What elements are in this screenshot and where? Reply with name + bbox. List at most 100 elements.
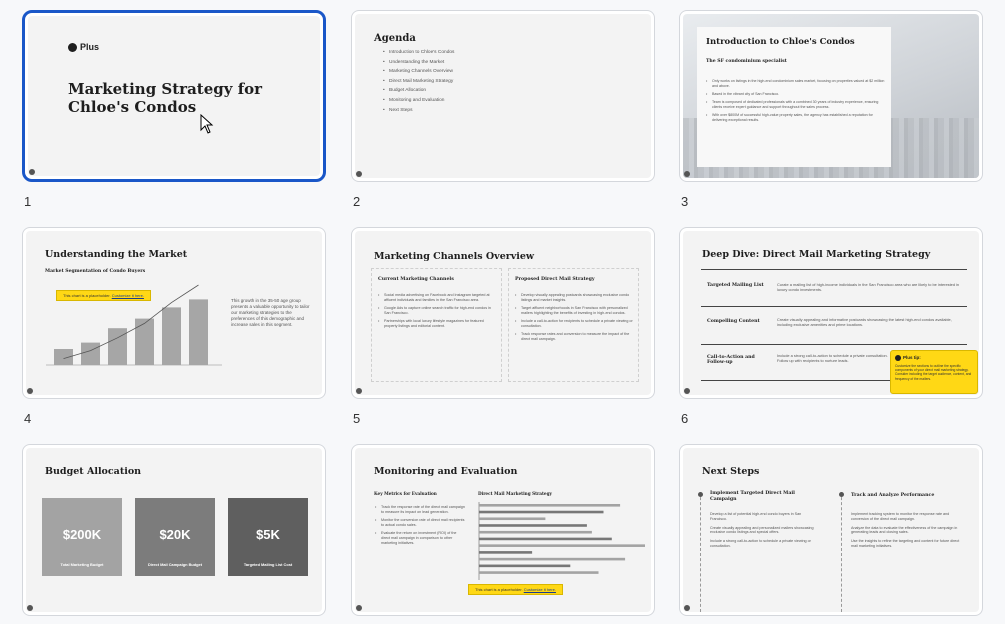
bullet-list: Track the response rate of the direct ma… — [375, 505, 465, 549]
slide-thumbnail-2[interactable]: Agenda Introduction to Chloe's Condos Un… — [351, 10, 655, 182]
slide-thumbnail-9[interactable]: Next Steps Implement Targeted Direct Mai… — [679, 444, 983, 616]
budget-card-mailing-list: $5K Targeted Mailing List Cost — [228, 498, 308, 576]
body-text: This growth in the 35-50 age group prese… — [231, 298, 310, 327]
slide-thumbnail-8[interactable]: Monitoring and Evaluation Key Metrics fo… — [351, 444, 655, 616]
slide-number: 3 — [681, 194, 689, 209]
budget-card-total: $200K Total Marketing Budget — [42, 498, 122, 576]
row-text: Include a strong call-to-action to sched… — [777, 353, 888, 363]
chart-placeholder-notice: This chart is a placeholder. Customize i… — [468, 584, 563, 595]
slide-thumbnail-3[interactable]: Introduction to Chloe's Condos The SF co… — [679, 10, 983, 182]
agenda-item: Introduction to Chloe's Condos — [383, 50, 454, 56]
timeline-line — [841, 492, 842, 612]
chart-bar — [479, 504, 621, 507]
bullet-item: Team is composed of dedicated profession… — [706, 100, 886, 110]
card-label: Direct Mail Campaign Budget — [147, 562, 203, 567]
step-item: Use the insights to refine the targeting… — [851, 539, 960, 548]
chart-bar — [479, 564, 571, 568]
slide-thumbnail-4[interactable]: Understanding the Market Market Segmenta… — [22, 227, 326, 399]
plus-logo-text: Plus — [80, 42, 100, 52]
tip-title: Plus tip: — [903, 355, 921, 360]
row-heading: Call-to-Action and Follow-up — [707, 355, 755, 365]
slide-thumbnail-1[interactable]: Plus Marketing Strategy for Chloe's Cond… — [22, 10, 326, 182]
chart-bar — [108, 328, 127, 365]
chart-bar — [479, 557, 626, 561]
plus-logo-icon — [68, 43, 77, 52]
agenda-item: Marketing Channels Overview — [383, 69, 454, 75]
timeline-dot — [698, 492, 703, 497]
corner-icon — [684, 171, 690, 177]
bullet-item: Target affluent neighborhoods in San Fra… — [515, 306, 633, 316]
row-text: Create visually appealing and informativ… — [777, 317, 952, 327]
table-rule — [701, 269, 967, 270]
bullet-item: Based in the vibrant city of San Francis… — [706, 92, 886, 97]
corner-icon — [356, 605, 362, 611]
slide-title: Marketing Channels Overview — [374, 251, 535, 262]
step-item: Include a strong call-to-action to sched… — [710, 539, 811, 548]
agenda-item: Monitoring and Evaluation — [383, 98, 454, 104]
row-heading: Targeted Mailing List — [707, 283, 764, 288]
bullet-item: Develop visually appealing postcards sho… — [515, 293, 633, 303]
slide-number: 6 — [681, 411, 689, 426]
slide-title: Agenda — [374, 33, 416, 44]
bullet-item: With over $800M of successful high-value… — [706, 113, 886, 123]
step-title: Track and Analyze Performance — [851, 493, 935, 498]
customize-link[interactable]: Customize it here. — [524, 587, 556, 592]
direct-mail-bar-chart — [478, 502, 645, 580]
agenda-list: Introduction to Chloe's Condos Understan… — [383, 50, 454, 117]
table-row: Targeted Mailing List Curate a mailing l… — [701, 275, 967, 307]
corner-icon — [356, 171, 362, 177]
chart-bar — [479, 551, 533, 554]
step-item: Analyze the data to evaluate the effecti… — [851, 525, 958, 535]
chart-bar — [479, 537, 612, 541]
card-value: $20K — [159, 526, 191, 542]
chart-bar — [479, 571, 599, 574]
row-text: Curate a mailing list of high-income ind… — [777, 282, 960, 292]
bullet-item: Social media advertising on Facebook and… — [378, 293, 496, 303]
chart-bar — [479, 517, 546, 521]
bullet-item: Only works on listings in the high-end c… — [706, 79, 886, 89]
slide-thumbnail-6[interactable]: Deep Dive: Direct Mail Marketing Strateg… — [679, 227, 983, 399]
step-item: Create visually appealing and personaliz… — [710, 525, 814, 535]
chart-bar — [479, 544, 645, 547]
chart-title: Direct Mail Marketing Strategy — [478, 491, 552, 496]
timeline-dot — [839, 492, 844, 497]
corner-icon — [27, 605, 33, 611]
slide-thumbnail-7[interactable]: Budget Allocation $200K Total Marketing … — [22, 444, 326, 616]
plus-tip-box: Plus tip: Customize the sections to outl… — [890, 350, 978, 394]
placeholder-text: This chart is a placeholder. — [63, 293, 111, 298]
slide-thumbnail-5[interactable]: Marketing Channels Overview Current Mark… — [351, 227, 655, 399]
slide-title: Next Steps — [702, 466, 760, 477]
slide-title: Introduction to Chloe's Condos — [706, 37, 855, 47]
step-title: Implement Targeted Direct Mail Campaign — [710, 491, 795, 502]
agenda-item: Next Steps — [383, 108, 454, 114]
current-channels-column: Current Marketing Channels Social media … — [371, 268, 502, 382]
bullet-item: Track response rates and conversion to m… — [515, 332, 633, 342]
corner-icon — [684, 388, 690, 394]
chart-bar — [162, 307, 181, 365]
slide-number: 5 — [353, 411, 361, 426]
customize-link[interactable]: Customize it here. — [112, 293, 144, 298]
slide-title: Monitoring and Evaluation — [374, 466, 518, 477]
slide-title: Budget Allocation — [45, 466, 142, 477]
chart-bar — [479, 510, 604, 514]
mouse-cursor-icon — [200, 114, 214, 134]
bullet-item: Partnerships with local luxury lifestyle… — [378, 319, 496, 329]
column-title: Key Metrics for Evaluation — [374, 491, 437, 496]
column-title: Proposed Direct Mail Strategy — [515, 277, 595, 282]
chart-bar — [81, 342, 100, 365]
chart-bar — [189, 299, 208, 365]
tip-text: Customize the sections to outline the sp… — [895, 364, 972, 381]
agenda-item: Direct Mail Marketing Strategy — [383, 79, 454, 85]
proposed-strategy-column: Proposed Direct Mail Strategy Develop vi… — [508, 268, 639, 382]
step-item: Develop a list of potential high-end con… — [710, 512, 802, 521]
card-value: $200K — [62, 526, 102, 542]
content-card: Introduction to Chloe's Condos The SF co… — [697, 27, 891, 167]
bullet-item: Track the response rate of the direct ma… — [375, 505, 465, 515]
bullet-list: Develop visually appealing postcards sho… — [515, 293, 633, 345]
step-item: Implement tracking system to monitor the… — [851, 512, 950, 521]
timeline-line — [700, 492, 701, 612]
slide-number: 4 — [24, 411, 32, 426]
corner-icon — [356, 388, 362, 394]
slide-subtitle: Market Segmentation of Condo Buyers — [45, 269, 146, 274]
budget-card-direct-mail: $20K Direct Mail Campaign Budget — [135, 498, 215, 576]
